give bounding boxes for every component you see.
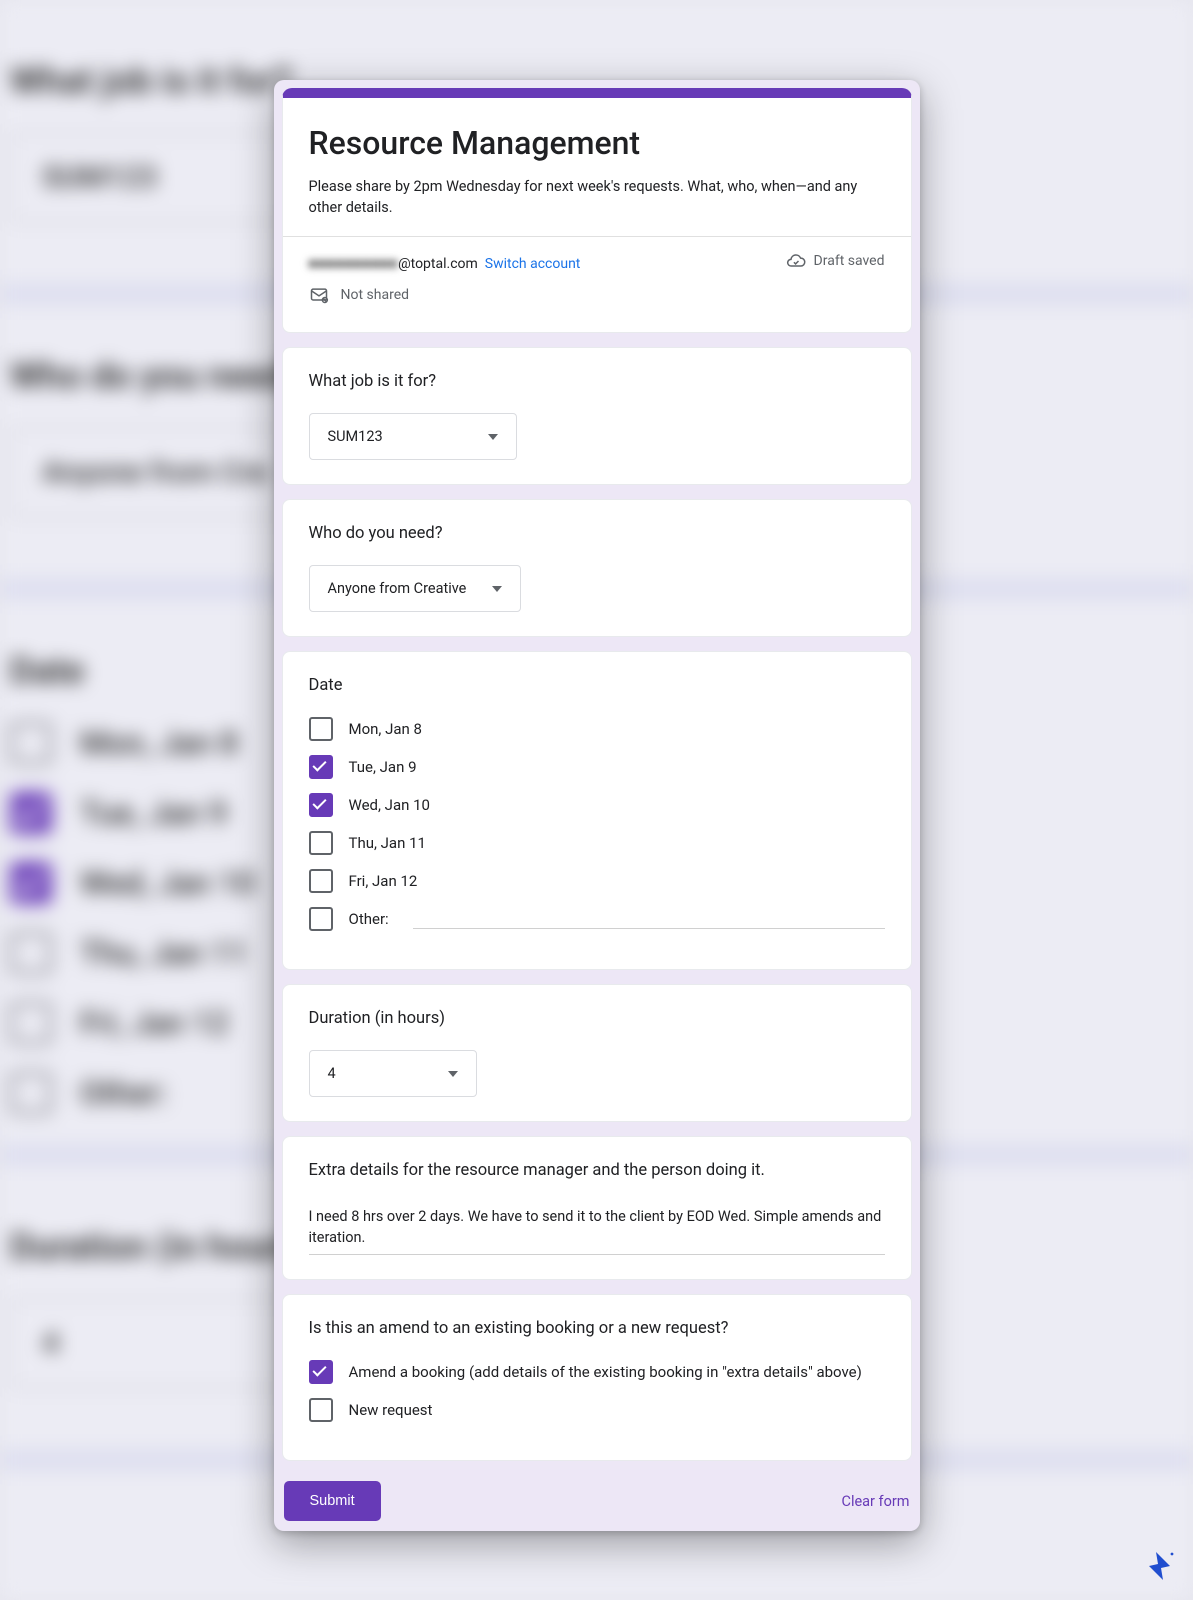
- cloud-done-icon: [786, 251, 806, 271]
- amend-option[interactable]: Amend a booking (add details of the exis…: [309, 1360, 885, 1384]
- dropdown-value: Anyone from Creative: [328, 580, 467, 597]
- duration-dropdown[interactable]: 4: [309, 1050, 477, 1097]
- option-label: Amend a booking (add details of the exis…: [349, 1363, 862, 1381]
- date-option-other[interactable]: Other:: [309, 907, 885, 931]
- clear-form-link[interactable]: Clear form: [842, 1493, 910, 1510]
- chevron-down-icon: [448, 1071, 458, 1077]
- question-job: What job is it for? SUM123: [282, 347, 912, 485]
- option-label: Thu, Jan 11: [349, 834, 426, 852]
- question-label: What job is it for?: [309, 372, 885, 391]
- checkbox[interactable]: [309, 869, 333, 893]
- account-email-domain: @toptal.com: [398, 256, 478, 272]
- dropdown-value: SUM123: [328, 428, 383, 445]
- other-input-line[interactable]: [413, 910, 885, 929]
- date-option[interactable]: Thu, Jan 11: [309, 831, 885, 855]
- dropdown-value: 4: [328, 1065, 336, 1082]
- checkbox[interactable]: [309, 1360, 333, 1384]
- checkbox[interactable]: [309, 755, 333, 779]
- question-label: Is this an amend to an existing booking …: [309, 1319, 885, 1338]
- form-panel: Resource Management Please share by 2pm …: [274, 80, 920, 1531]
- amend-option[interactable]: New request: [309, 1398, 885, 1422]
- question-label: Who do you need?: [309, 524, 885, 543]
- question-details: Extra details for the resource manager a…: [282, 1136, 912, 1280]
- job-dropdown[interactable]: SUM123: [309, 413, 517, 460]
- extra-details-input[interactable]: I need 8 hrs over 2 days. We have to sen…: [309, 1206, 885, 1255]
- option-label: Tue, Jan 9: [349, 758, 417, 776]
- date-option[interactable]: Fri, Jan 12: [309, 869, 885, 893]
- option-label: Wed, Jan 10: [349, 796, 430, 814]
- who-dropdown[interactable]: Anyone from Creative: [309, 565, 522, 612]
- option-label: New request: [349, 1401, 433, 1419]
- question-date: Date Mon, Jan 8 Tue, Jan 9 Wed, Jan 10 T…: [282, 651, 912, 970]
- checkbox[interactable]: [309, 717, 333, 741]
- toptal-logo-icon: [1143, 1550, 1175, 1582]
- question-label: Date: [309, 676, 885, 695]
- question-duration: Duration (in hours) 4: [282, 984, 912, 1122]
- submit-button[interactable]: Submit: [284, 1481, 381, 1521]
- not-shared-text: Not shared: [341, 282, 410, 309]
- question-label: Duration (in hours): [309, 1009, 885, 1028]
- question-who: Who do you need? Anyone from Creative: [282, 499, 912, 637]
- checkbox[interactable]: [309, 907, 333, 931]
- checkbox[interactable]: [309, 793, 333, 817]
- question-label: Extra details for the resource manager a…: [309, 1161, 885, 1180]
- chevron-down-icon: [488, 434, 498, 440]
- date-option[interactable]: Mon, Jan 8: [309, 717, 885, 741]
- date-option[interactable]: Wed, Jan 10: [309, 793, 885, 817]
- form-description: Please share by 2pm Wednesday for next w…: [309, 176, 885, 218]
- checkbox[interactable]: [309, 831, 333, 855]
- switch-account-link[interactable]: Switch account: [485, 256, 581, 272]
- date-option[interactable]: Tue, Jan 9: [309, 755, 885, 779]
- option-label: Mon, Jan 8: [349, 720, 422, 738]
- not-shared-icon: [309, 285, 329, 305]
- option-label: Fri, Jan 12: [349, 872, 418, 890]
- question-amend: Is this an amend to an existing booking …: [282, 1294, 912, 1461]
- form-header-card: Resource Management Please share by 2pm …: [282, 88, 912, 333]
- checkbox[interactable]: [309, 1398, 333, 1422]
- form-title: Resource Management: [309, 124, 885, 162]
- account-email-hidden: ■■■■■■■■■■: [309, 251, 399, 278]
- draft-saved-status: Draft saved: [786, 251, 885, 271]
- option-label: Other:: [349, 910, 389, 928]
- form-actions: Submit Clear form: [282, 1475, 912, 1523]
- chevron-down-icon: [492, 586, 502, 592]
